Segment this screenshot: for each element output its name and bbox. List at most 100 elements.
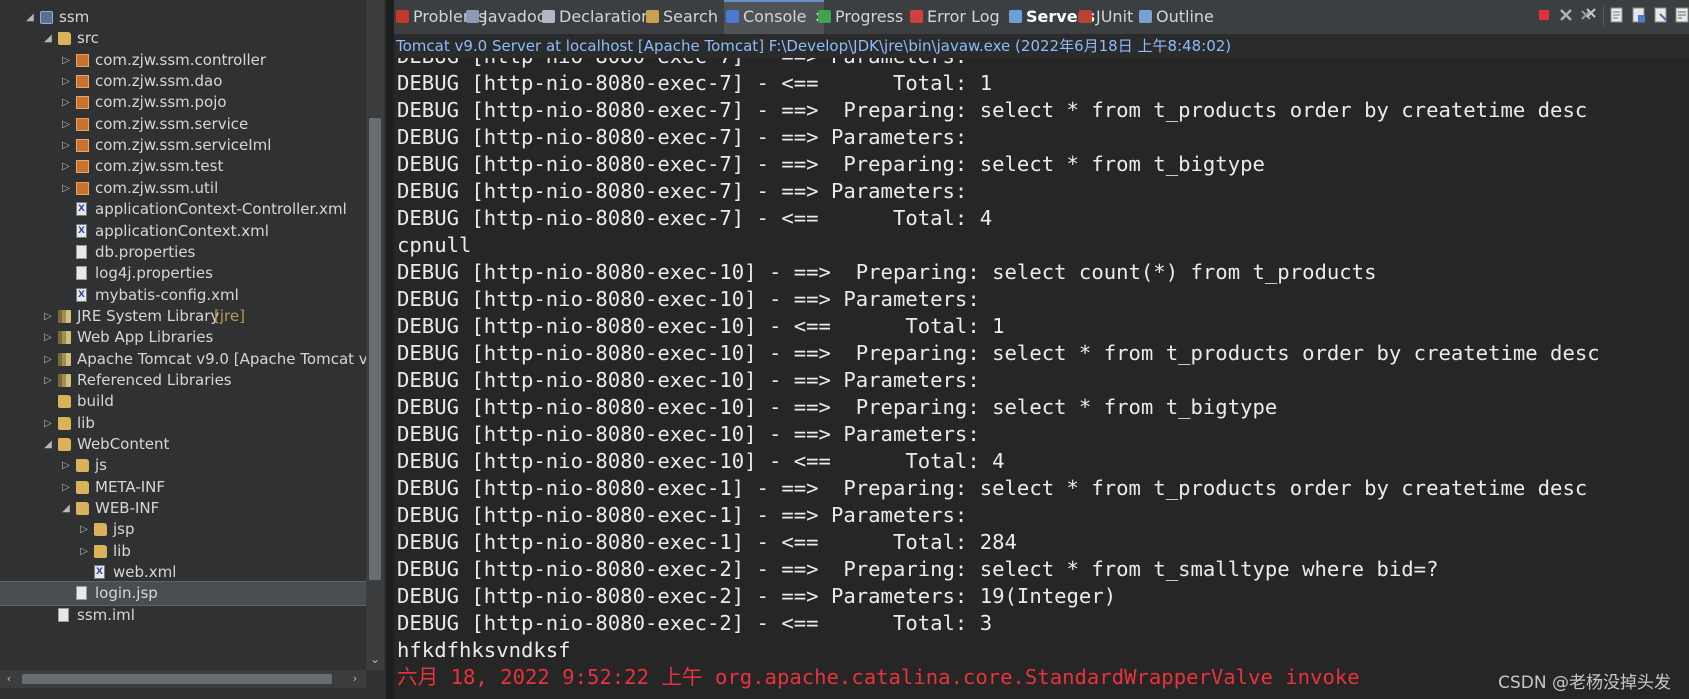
explorer-horizontal-scroll-thumb[interactable] bbox=[22, 674, 332, 684]
collapsed-twisty-icon[interactable]: ▷ bbox=[42, 305, 54, 328]
collapsed-twisty-icon[interactable]: ▷ bbox=[60, 49, 72, 72]
tab-problems[interactable]: Problems bbox=[394, 0, 487, 34]
folder-icon bbox=[94, 544, 107, 558]
scroll-down-arrow-icon[interactable]: ⌄ bbox=[366, 650, 384, 668]
tree-item[interactable]: log4j.properties bbox=[0, 262, 366, 285]
remove-launch-icon[interactable] bbox=[1557, 6, 1575, 24]
tree-item-label: src bbox=[77, 29, 99, 48]
tab-outline[interactable]: Outline bbox=[1137, 0, 1219, 34]
tree-item[interactable]: ▷ com.zjw.ssm.pojo bbox=[0, 91, 366, 114]
collapsed-twisty-icon[interactable]: ▷ bbox=[42, 326, 54, 349]
console-line: hfkdfhksvndksf bbox=[397, 638, 571, 662]
tree-item[interactable]: ssm.iml bbox=[0, 604, 366, 627]
folder-icon bbox=[58, 438, 71, 451]
tab-progress[interactable]: Progress bbox=[816, 0, 908, 34]
console-line: DEBUG [http-nio-8080-exec-7] - ==> Param… bbox=[397, 179, 980, 203]
collapsed-twisty-icon[interactable]: ▷ bbox=[42, 348, 54, 371]
collapsed-twisty-icon[interactable]: ▷ bbox=[60, 70, 72, 93]
tree-item-label: lib bbox=[113, 541, 131, 560]
tab-javadoc[interactable]: Javadoc bbox=[464, 0, 546, 34]
collapsed-twisty-icon[interactable]: ▷ bbox=[78, 540, 90, 563]
tree-item[interactable]: ▷ Referenced Libraries bbox=[0, 369, 366, 392]
console-output[interactable]: DEBUG [http-nio-8080-exec-7] - ==> Param… bbox=[394, 58, 1689, 699]
console-line: DEBUG [http-nio-8080-exec-2] - <== Total… bbox=[397, 611, 993, 635]
tree-item-label: com.zjw.ssm.controller bbox=[95, 50, 267, 69]
tree-item[interactable]: Xweb.xml bbox=[0, 561, 366, 584]
collapsed-twisty-icon[interactable]: ▷ bbox=[60, 134, 72, 157]
tab-error-log[interactable]: Error Log bbox=[908, 0, 1007, 34]
tab-declaration[interactable]: Declaration bbox=[540, 0, 651, 34]
tree-item[interactable]: ▷ JRE System Library [jre] bbox=[0, 305, 366, 328]
javadoc-icon bbox=[466, 10, 479, 23]
tree-item[interactable]: ▷ com.zjw.ssm.util bbox=[0, 177, 366, 200]
tree-item[interactable]: build bbox=[0, 390, 366, 413]
collapsed-twisty-icon[interactable]: ▷ bbox=[60, 476, 72, 499]
console-line: 六月 18, 2022 9:52:22 上午 org.apache.catali… bbox=[397, 665, 1360, 689]
tree-item[interactable]: ◢ WebContent bbox=[0, 433, 366, 456]
tree-item-label: com.zjw.ssm.serviceIml bbox=[95, 136, 272, 155]
tree-item[interactable]: XapplicationContext-Controller.xml bbox=[0, 198, 366, 221]
tree-item[interactable]: ▷ jsp bbox=[0, 518, 366, 541]
tab-label: JUnit bbox=[1096, 7, 1134, 26]
tree-item[interactable]: ▷ com.zjw.ssm.dao bbox=[0, 70, 366, 93]
tree-item[interactable]: ◢ src bbox=[0, 27, 366, 50]
tree-item[interactable]: ▷ META-INF bbox=[0, 476, 366, 499]
package-icon bbox=[76, 96, 89, 110]
panel-splitter[interactable] bbox=[386, 0, 394, 699]
console-line: DEBUG [http-nio-8080-exec-7] - ==> Prepa… bbox=[397, 98, 1588, 122]
explorer-vertical-scrollbar[interactable]: ⌄ bbox=[366, 0, 384, 670]
tree-item[interactable]: ▷ lib bbox=[0, 540, 366, 563]
tree-item[interactable]: ▷ Web App Libraries bbox=[0, 326, 366, 349]
expanded-twisty-icon[interactable]: ◢ bbox=[42, 433, 54, 456]
tree-item[interactable]: ◢ ssm bbox=[0, 6, 366, 29]
tab-label: Console bbox=[743, 7, 807, 26]
explorer-vertical-scroll-thumb[interactable] bbox=[369, 118, 381, 580]
tree-item[interactable]: ▷ com.zjw.ssm.service bbox=[0, 113, 366, 136]
console-line: DEBUG [http-nio-8080-exec-7] - ==> Param… bbox=[397, 125, 980, 149]
tree-item[interactable]: Xmybatis-config.xml bbox=[0, 284, 366, 307]
watermark: CSDN @老杨没掉头发 bbox=[1498, 673, 1671, 693]
project-icon bbox=[40, 11, 53, 24]
expanded-twisty-icon[interactable]: ◢ bbox=[42, 27, 54, 50]
xml-file-icon: X bbox=[76, 202, 87, 217]
collapsed-twisty-icon[interactable]: ▷ bbox=[60, 177, 72, 200]
tree-item[interactable]: ▷ com.zjw.ssm.serviceIml bbox=[0, 134, 366, 157]
collapsed-twisty-icon[interactable]: ▷ bbox=[60, 113, 72, 136]
scroll-left-arrow-icon[interactable]: ‹ bbox=[0, 670, 18, 688]
tree-item[interactable]: ▷ com.zjw.ssm.test bbox=[0, 155, 366, 178]
expanded-twisty-icon[interactable]: ◢ bbox=[24, 6, 36, 29]
tree-item-label: build bbox=[77, 392, 114, 411]
tree-item[interactable]: ▷ lib bbox=[0, 412, 366, 435]
tab-servers[interactable]: Servers bbox=[1007, 0, 1095, 34]
scroll-lock-icon[interactable] bbox=[1630, 6, 1648, 24]
xml-file-icon: X bbox=[76, 223, 87, 238]
collapsed-twisty-icon[interactable]: ▷ bbox=[42, 412, 54, 435]
collapsed-twisty-icon[interactable]: ▷ bbox=[60, 155, 72, 178]
collapsed-twisty-icon[interactable]: ▷ bbox=[60, 91, 72, 114]
collapsed-twisty-icon[interactable]: ▷ bbox=[60, 454, 72, 477]
expanded-twisty-icon[interactable]: ◢ bbox=[60, 497, 72, 520]
console-line: DEBUG [http-nio-8080-exec-7] - ==> Prepa… bbox=[397, 152, 1265, 176]
scroll-right-arrow-icon[interactable]: › bbox=[346, 670, 364, 688]
tab-console[interactable]: Console✕ bbox=[724, 0, 826, 34]
pin-console-icon[interactable] bbox=[1652, 6, 1670, 24]
tree-item-label: applicationContext-Controller.xml bbox=[95, 200, 347, 219]
explorer-horizontal-scrollbar[interactable]: ‹ › bbox=[0, 670, 366, 688]
terminate-icon[interactable] bbox=[1535, 6, 1553, 24]
collapsed-twisty-icon[interactable]: ▷ bbox=[42, 369, 54, 392]
package-icon bbox=[76, 181, 89, 195]
tree-item[interactable]: ▷ js bbox=[0, 454, 366, 477]
remove-all-terminated-icon[interactable] bbox=[1579, 6, 1597, 24]
tree-item[interactable]: ▷ com.zjw.ssm.controller bbox=[0, 49, 366, 72]
tree-item[interactable]: db.properties bbox=[0, 241, 366, 264]
tree-item[interactable]: login.jsp bbox=[0, 581, 366, 607]
outline-icon bbox=[1139, 10, 1152, 23]
word-wrap-icon[interactable] bbox=[1674, 6, 1689, 24]
clear-console-icon[interactable] bbox=[1608, 6, 1626, 24]
tree-item[interactable]: XapplicationContext.xml bbox=[0, 220, 366, 243]
tab-search[interactable]: Search bbox=[644, 0, 724, 34]
tab-junit[interactable]: JUnit bbox=[1077, 0, 1137, 34]
tree-item[interactable]: ◢ WEB-INF bbox=[0, 497, 366, 520]
collapsed-twisty-icon[interactable]: ▷ bbox=[78, 518, 90, 541]
tree-item[interactable]: ▷ Apache Tomcat v9.0 [Apache Tomcat v9.0 bbox=[0, 348, 366, 371]
